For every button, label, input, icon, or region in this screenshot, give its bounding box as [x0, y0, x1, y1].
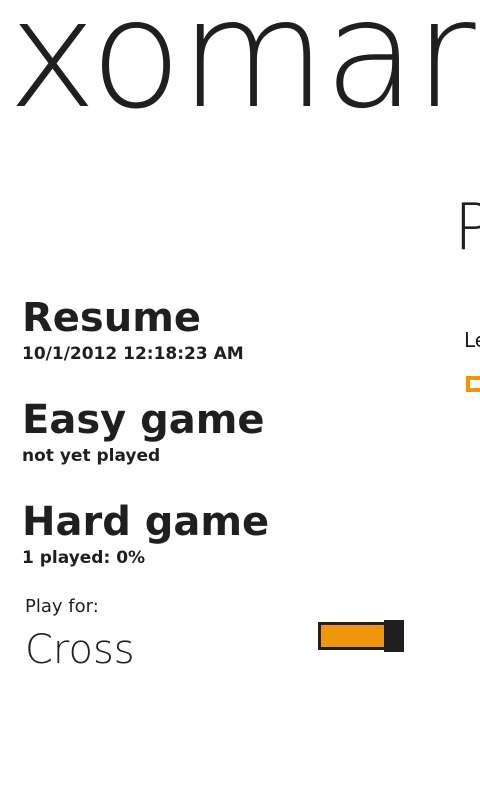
resume-menu-item[interactable]: Resume 10/1/2012 12:18:23 AM [22, 298, 244, 363]
play-for-label: Play for: [25, 596, 99, 617]
play-for-toggle-switch[interactable] [318, 620, 404, 652]
easy-game-title: Easy game [22, 397, 265, 443]
easy-game-subtitle: not yet played [22, 446, 161, 466]
next-panel-label: Le [464, 328, 480, 352]
next-panel-checkbox[interactable] [466, 376, 480, 392]
resume-subtitle: 10/1/2012 12:18:23 AM [22, 344, 244, 364]
next-panel-heading: P [454, 191, 480, 265]
easy-game-menu-item[interactable]: Easy game not yet played [22, 400, 265, 465]
play-for-value: Cross [25, 627, 135, 673]
hard-game-subtitle: 1 played: 0% [22, 548, 146, 568]
app-title: xomar [8, 0, 476, 142]
hard-game-title: Hard game [22, 499, 270, 545]
toggle-fill [321, 625, 385, 647]
resume-title: Resume [22, 295, 202, 341]
hard-game-menu-item[interactable]: Hard game 1 played: 0% [22, 502, 269, 567]
toggle-thumb[interactable] [384, 620, 404, 652]
